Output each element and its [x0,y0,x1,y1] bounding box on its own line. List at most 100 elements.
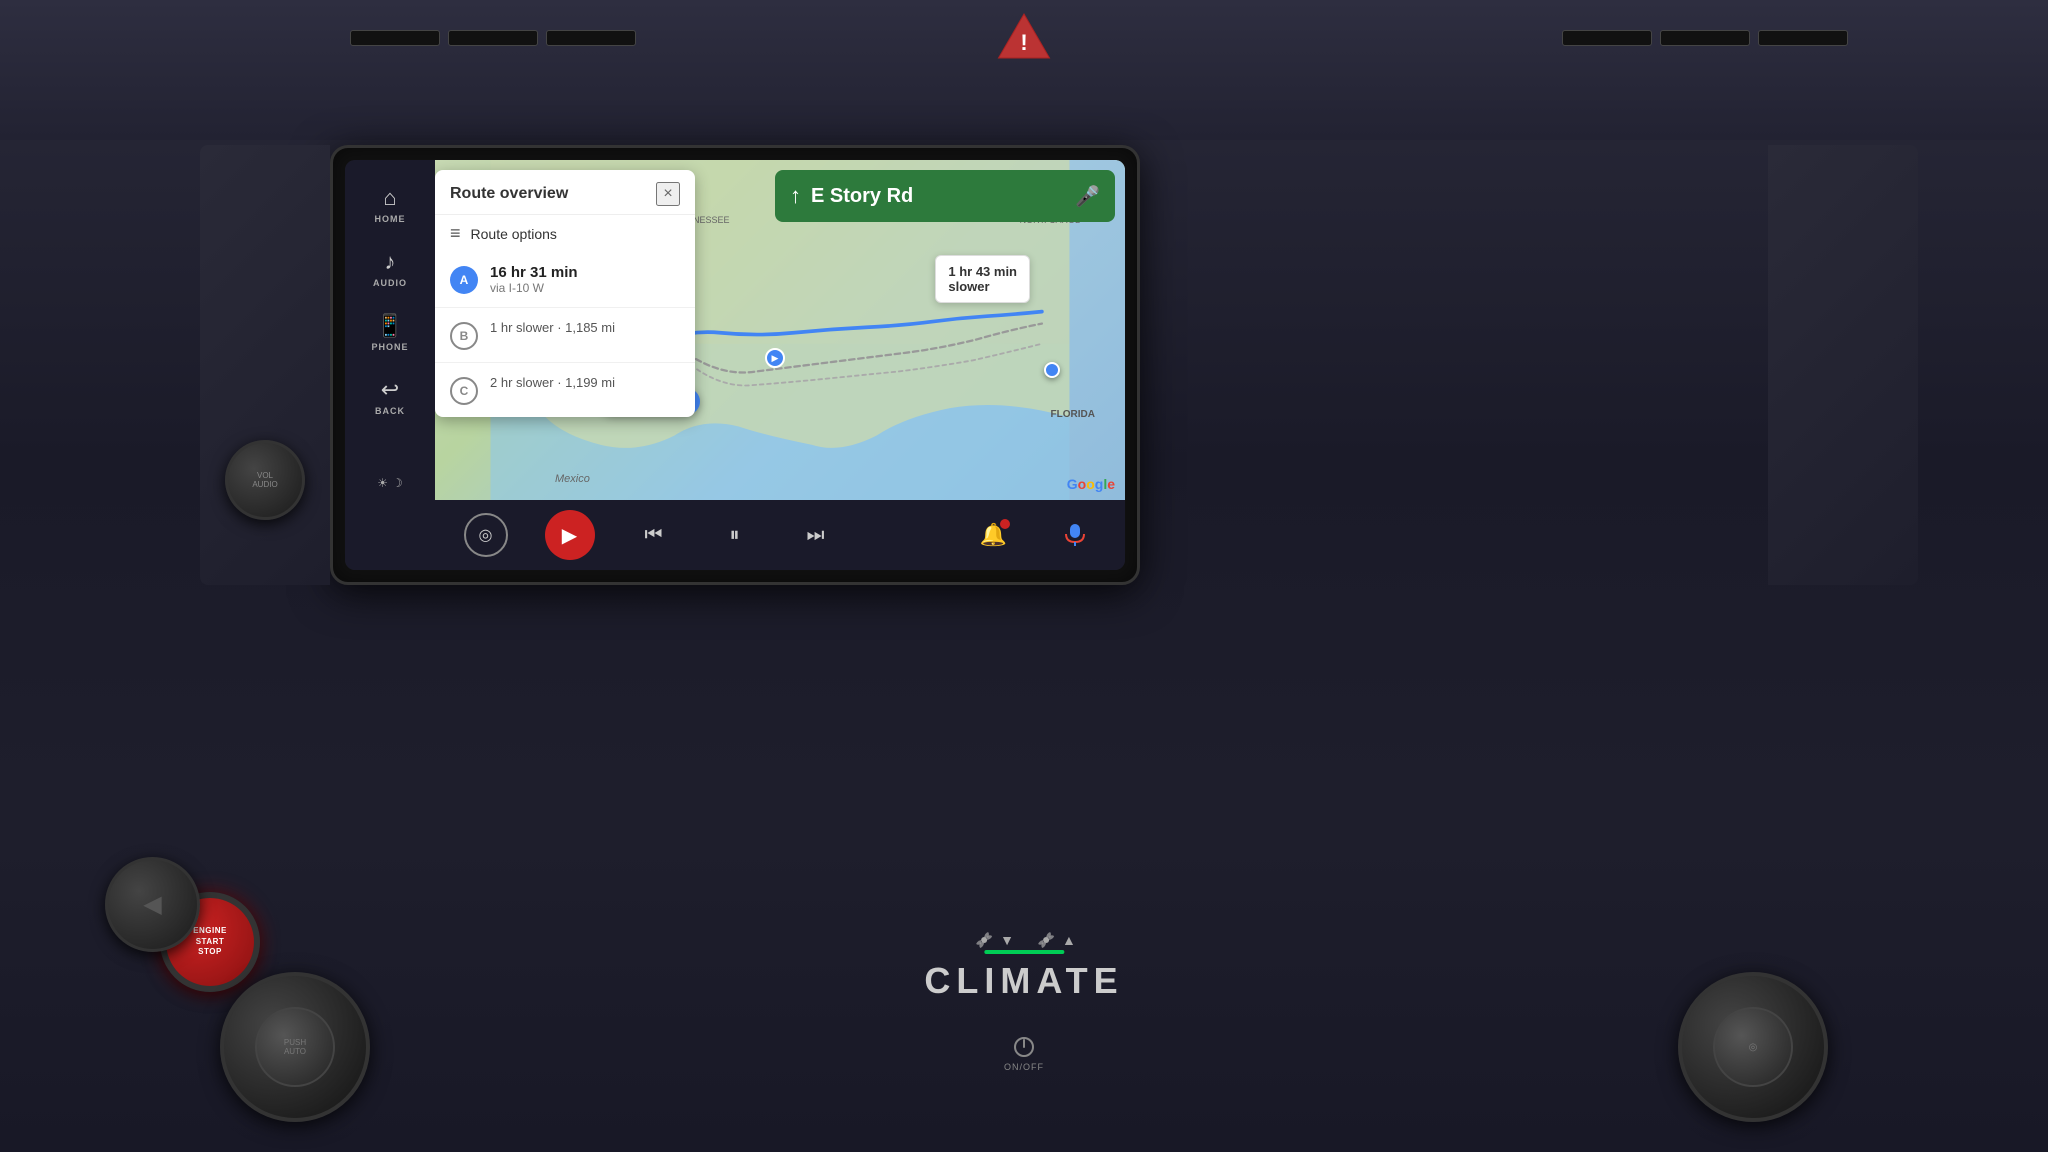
phone-icon: 📱 [376,313,403,339]
route-c-info: 2 hr slower · 1,199 mi [490,375,680,390]
route-item-c[interactable]: C 2 hr slower · 1,199 mi [435,363,695,417]
vent-slot [1758,30,1848,46]
route-overview-header: Route overview × [435,170,695,214]
florida-label: FLORIDA [1051,409,1095,420]
vent-slot [1660,30,1750,46]
route-badge-b: B [450,322,478,350]
media-circle-icon: ◎ [479,525,493,545]
screen: ⌂ HOME ♪ AUDIO 📱 PHONE ↩ BACK ☀ ☽ [345,160,1125,570]
notification-dot [1000,519,1010,529]
vent-slot [448,30,538,46]
climate-onoff-button[interactable]: ON/OFF [1004,1036,1044,1072]
route-c-detail: 2 hr slower · 1,199 mi [490,375,680,390]
route-overview-title: Route overview [450,185,568,203]
slower-line1: 1 hr 43 min [948,264,1017,279]
route-overview-panel: Route overview × ≡ Route options A 16 hr… [435,170,695,417]
sidebar-item-audio[interactable]: ♪ AUDIO [350,239,430,298]
route-a-info: 16 hr 31 min via I-10 W [490,264,680,295]
media-next-icon: ⏭ [807,524,825,547]
fan-speed-up-button[interactable]: ▲ [1034,928,1076,952]
media-mic-button[interactable] [1053,513,1097,557]
left-vents [350,30,636,46]
power-icon [1013,1036,1035,1058]
nav-mic-icon[interactable]: 🎤 [1075,184,1100,209]
vent-slot [1562,30,1652,46]
vent-slot [546,30,636,46]
svg-text:!: ! [1020,30,1027,55]
sidebar-audio-label: AUDIO [373,278,407,288]
media-prev-button[interactable]: ⏮ [632,513,676,557]
route-b-detail: 1 hr slower · 1,185 mi [490,320,680,335]
route-options-button[interactable]: ≡ Route options [435,214,695,252]
back-icon: ↩ [381,377,399,403]
nav-direction-bar: ↑ E Story Rd 🎤 [775,170,1115,222]
nav-knob-left[interactable]: ◀ [105,857,200,952]
route-badge-a: A [450,266,478,294]
brightness-controls[interactable]: ☀ ☽ [377,476,403,490]
fan-down-arrow: ▼ [1000,932,1014,948]
sidebar-phone-label: PHONE [371,342,408,352]
google-logo: Google [1067,476,1115,492]
climate-indicator-bar [984,950,1064,954]
media-pause-icon: ⏸ [730,524,740,547]
mexico-label: Mexico [555,473,590,485]
knob-inner-left: PUSHAUTO [255,1007,335,1087]
fan-icon [972,928,996,952]
climate-label-section: CLIMATE [924,950,1123,1002]
fan-icon-2 [1034,928,1058,952]
media-prev-icon: ⏮ [645,524,663,547]
nav-knob-arrow: ◀ [143,890,161,919]
knob-inner-right: ◎ [1713,1007,1793,1087]
right-vents [1562,30,1848,46]
route-badge-c: C [450,377,478,405]
knob-inner-label-left: PUSHAUTO [284,1038,306,1056]
mic-icon [1061,521,1089,549]
sidebar-item-phone[interactable]: 📱 PHONE [350,303,430,362]
sidebar-item-home[interactable]: ⌂ HOME [350,175,430,234]
warning-triangle: ! [997,12,1052,65]
screen-bezel: ⌂ HOME ♪ AUDIO 📱 PHONE ↩ BACK ☀ ☽ [330,145,1140,585]
route-close-button[interactable]: × [656,182,680,206]
climate-fan-controls: ▼ ▲ [972,928,1076,952]
map-area: OKLAHOMA ARKANSAS TENNESSEE NORT. CAROL … [435,160,1125,500]
knob-inner-label-right: ◎ [1749,1042,1758,1053]
route-item-a[interactable]: A 16 hr 31 min via I-10 W [435,252,695,308]
temperature-knob-right[interactable]: ◎ [1678,972,1828,1122]
media-controls-bar: ◎ ▶ ⏮ ⏸ ⏭ 🔔 [435,500,1125,570]
fan-speed-down-button[interactable]: ▼ [972,928,1014,952]
sidebar: ⌂ HOME ♪ AUDIO 📱 PHONE ↩ BACK ☀ ☽ [345,160,435,570]
route-speed-icon-2: ▶ [765,348,785,368]
bottom-dashboard: ENGINE START STOP PUSHAUTO ▼ [0,832,2048,1152]
sidebar-item-back[interactable]: ↩ BACK [350,367,430,426]
nav-direction-arrow-icon: ↑ [790,183,801,209]
route-b-info: 1 hr slower · 1,185 mi [490,320,680,335]
engine-btn-text: ENGINE START STOP [193,926,227,957]
media-next-button[interactable]: ⏭ [794,513,838,557]
route-slower-bubble: 1 hr 43 min slower [935,255,1030,303]
route-a-time: 16 hr 31 min [490,264,680,281]
vol-label: VOL AUDIO [252,471,277,489]
home-icon: ⌂ [383,185,396,211]
notification-button[interactable]: 🔔 [972,513,1016,557]
route-options-icon: ≡ [450,223,461,244]
temperature-knob-left[interactable]: PUSHAUTO [220,972,370,1122]
top-vent-area: ! [0,0,2048,140]
climate-label: CLIMATE [924,960,1123,1002]
map-pin-end [1044,362,1060,378]
vol-audio-knob[interactable]: VOL AUDIO [225,440,305,520]
vent-slot [350,30,440,46]
right-sidebar-physical [1768,145,1918,585]
route-options-label: Route options [471,226,557,242]
slower-line2: slower [948,279,1017,294]
onoff-label: ON/OFF [1004,1062,1044,1072]
sidebar-back-label: BACK [375,406,405,416]
nav-street-name: E Story Rd [811,185,1065,208]
audio-icon: ♪ [385,249,396,275]
media-circle-button[interactable]: ◎ [464,513,508,557]
media-play-icon: ▶ [562,523,577,548]
media-pause-button[interactable]: ⏸ [713,513,757,557]
media-play-button[interactable]: ▶ [545,510,595,560]
brightness-sun-icon: ☀ [377,476,388,490]
brightness-moon-icon: ☽ [392,476,403,490]
route-item-b[interactable]: B 1 hr slower · 1,185 mi [435,308,695,363]
